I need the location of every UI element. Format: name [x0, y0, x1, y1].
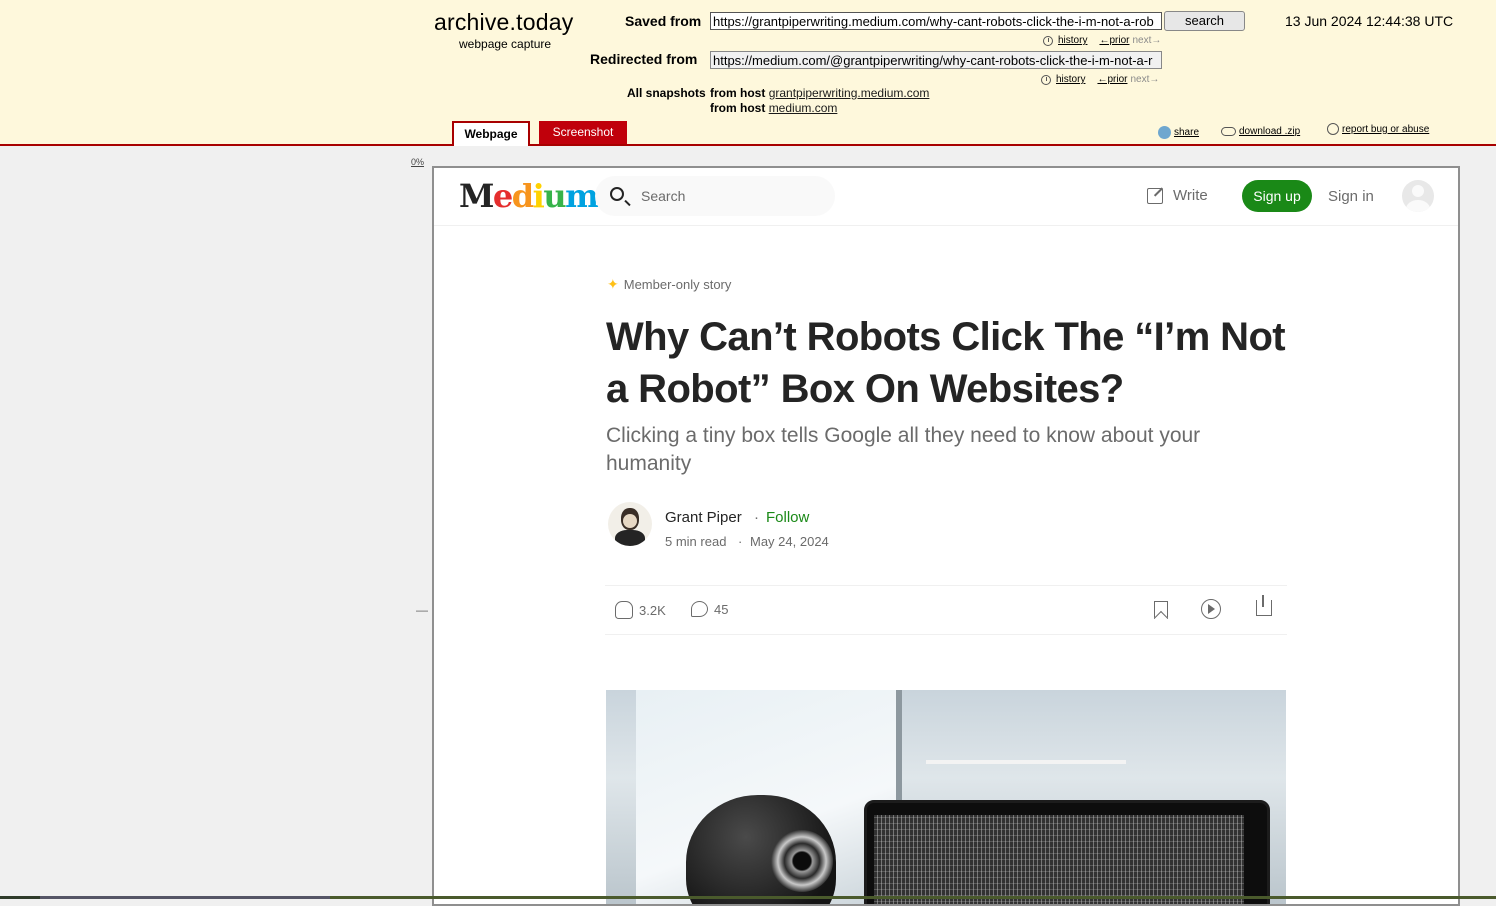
- bookmark-icon[interactable]: [1154, 601, 1168, 619]
- history-link[interactable]: history: [1056, 74, 1085, 85]
- prior-link[interactable]: ←prior: [1099, 35, 1129, 46]
- write-icon: [1147, 187, 1163, 204]
- logo-letter: M: [459, 177, 494, 215]
- host-link-2[interactable]: medium.com: [769, 101, 838, 115]
- report-bug-link[interactable]: report bug or abuse: [1342, 124, 1429, 135]
- response-count: 45: [714, 601, 729, 617]
- logo-letter: e: [492, 177, 513, 215]
- medium-logo[interactable]: Medium: [459, 177, 599, 215]
- clap-icon: [615, 601, 633, 619]
- avatar-face: [623, 514, 637, 528]
- article-action-bar: 3.2K 45: [605, 585, 1287, 635]
- search-icon: [610, 187, 624, 201]
- snapshot-host-row-1: from host grantpiperwriting.medium.com: [710, 86, 929, 100]
- redirected-from-url-field[interactable]: https://medium.com/@grantpiperwriting/wh…: [710, 51, 1162, 69]
- history-link[interactable]: history: [1058, 35, 1087, 46]
- author-name[interactable]: Grant Piper: [665, 509, 742, 526]
- logo-letter: u: [543, 177, 566, 215]
- tab-webpage[interactable]: Webpage: [452, 121, 530, 146]
- download-zip-link[interactable]: download .zip: [1239, 126, 1300, 137]
- share-link[interactable]: share: [1174, 127, 1199, 138]
- clap-button[interactable]: 3.2K: [615, 601, 666, 619]
- next-link: next→: [1130, 74, 1160, 85]
- archived-webpage-frame: Medium Search Write Sign up Sign in ✦ Me…: [432, 166, 1460, 906]
- search-placeholder: Search: [641, 188, 686, 204]
- logo-letter: i: [532, 177, 545, 215]
- share-icon: [1158, 126, 1171, 139]
- search-button[interactable]: search: [1164, 11, 1245, 31]
- clock-icon: [1043, 35, 1053, 46]
- user-avatar-icon[interactable]: [1402, 180, 1434, 212]
- author-avatar[interactable]: [608, 502, 652, 546]
- logo-letter: m: [565, 177, 599, 215]
- avatar-body: [615, 530, 645, 546]
- all-snapshots-label: All snapshots: [627, 86, 706, 100]
- scroll-marker: —: [416, 603, 428, 617]
- capture-timestamp: 13 Jun 2024 12:44:38 UTC: [1285, 13, 1454, 29]
- saved-nav-row: history ←prior next→: [1043, 35, 1161, 46]
- snapshot-host-row-2: from host medium.com: [710, 101, 837, 115]
- read-time: 5 min read: [665, 534, 727, 549]
- archive-brand-subtitle: webpage capture: [459, 37, 552, 51]
- listen-play-icon[interactable]: [1201, 599, 1221, 619]
- zoom-indicator[interactable]: 0%: [411, 157, 424, 167]
- share-tool[interactable]: share: [1158, 126, 1199, 139]
- publish-date: May 24, 2024: [750, 534, 829, 549]
- write-label: Write: [1173, 187, 1208, 204]
- hero-robot-eye: [771, 830, 833, 892]
- medium-top-bar: Medium Search Write Sign up Sign in: [434, 168, 1458, 226]
- download-tool[interactable]: download .zip: [1221, 126, 1300, 137]
- responses-button[interactable]: 45: [691, 601, 728, 617]
- hero-shelf: [926, 760, 1126, 764]
- member-only-label: Member-only story: [623, 277, 732, 292]
- lightbulb-icon: [1327, 123, 1339, 135]
- clap-count: 3.2K: [639, 602, 666, 618]
- write-button[interactable]: Write: [1147, 187, 1208, 204]
- prior-link[interactable]: ←prior: [1097, 74, 1127, 85]
- logo-letter: d: [511, 177, 534, 215]
- sign-in-link[interactable]: Sign in: [1328, 188, 1374, 205]
- host-link-1[interactable]: grantpiperwriting.medium.com: [769, 86, 930, 100]
- archive-header: archive.today webpage capture Saved from…: [0, 0, 1496, 146]
- report-tool[interactable]: report bug or abuse: [1327, 123, 1429, 135]
- search-input[interactable]: Search: [595, 176, 835, 216]
- from-host-label: from host: [710, 86, 766, 100]
- star-icon: ✦: [607, 276, 619, 292]
- article-title: Why Can’t Robots Click The “I’m Not a Ro…: [606, 315, 1286, 411]
- comment-icon: [691, 601, 708, 617]
- cloud-download-icon: [1221, 127, 1236, 136]
- sign-up-button[interactable]: Sign up: [1242, 180, 1312, 212]
- article-hero-image: [606, 690, 1286, 904]
- share-icon[interactable]: [1256, 595, 1272, 616]
- from-host-label: from host: [710, 101, 766, 115]
- hero-monitor-screen: [874, 815, 1244, 904]
- member-only-badge: ✦ Member-only story: [607, 276, 731, 293]
- clock-icon: [1041, 74, 1051, 85]
- archive-brand[interactable]: archive.today: [434, 9, 573, 36]
- separator-dot: ·: [754, 509, 759, 526]
- follow-button[interactable]: Follow: [766, 509, 809, 526]
- redirect-nav-row: history ←prior next→: [1041, 74, 1159, 85]
- saved-from-url-field[interactable]: https://grantpiperwriting.medium.com/why…: [710, 12, 1162, 30]
- separator-dot: ·: [738, 534, 743, 549]
- article-subtitle: Clicking a tiny box tells Google all the…: [606, 424, 1201, 475]
- redirected-from-label: Redirected from: [590, 51, 698, 67]
- saved-from-label: Saved from: [625, 13, 702, 29]
- next-link: next→: [1132, 35, 1162, 46]
- tab-screenshot[interactable]: Screenshot: [539, 121, 627, 144]
